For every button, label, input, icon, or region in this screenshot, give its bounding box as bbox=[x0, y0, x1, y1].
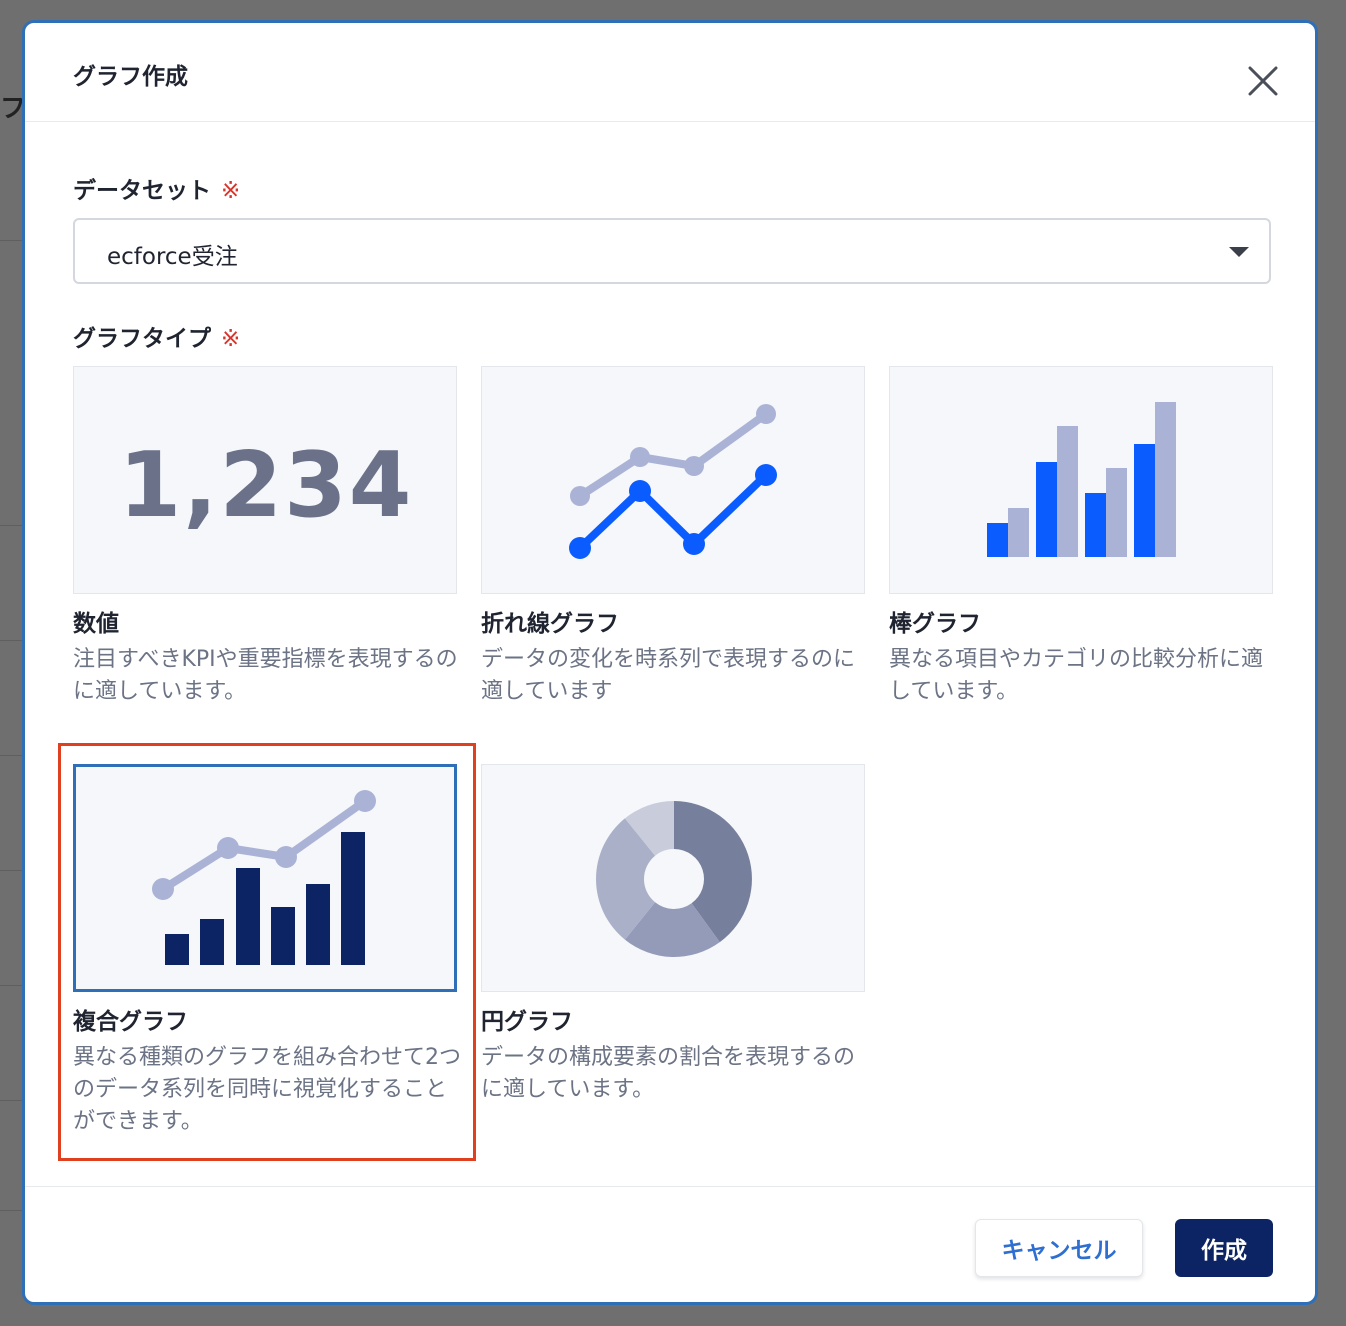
modal-header: グラフ作成 bbox=[25, 23, 1315, 122]
background-divider bbox=[0, 525, 22, 526]
dataset-label: データセット ※ bbox=[73, 171, 240, 205]
line-chart-preview-icon bbox=[569, 404, 777, 559]
donut-chart-preview-icon bbox=[596, 801, 752, 957]
required-mark: ※ bbox=[221, 326, 241, 352]
option-description: データの変化を時系列で表現するのに適しています bbox=[481, 647, 856, 704]
create-graph-modal: グラフ作成 データセット ※ ecforce受注 グラフタイプ ※ 1,234 数値… bbox=[22, 20, 1318, 1305]
background-divider bbox=[0, 640, 22, 641]
dataset-select-value: ecforce受注 bbox=[107, 244, 238, 270]
background-divider bbox=[0, 1100, 22, 1101]
option-description: 異なる項目やカテゴリの比較分析に適しています。 bbox=[889, 647, 1264, 704]
graph-type-label-text: グラフタイプ bbox=[73, 326, 211, 352]
required-mark: ※ bbox=[221, 178, 241, 204]
graph-type-label: グラフタイプ ※ bbox=[73, 319, 240, 353]
dataset-label-text: データセット bbox=[73, 178, 211, 204]
dataset-select[interactable]: ecforce受注 bbox=[73, 218, 1271, 284]
option-title: 数値 bbox=[73, 611, 119, 637]
kpi-preview-number: 1,234 bbox=[118, 433, 414, 538]
bar-chart-preview-icon bbox=[987, 402, 1176, 557]
combo-chart-preview-icon bbox=[152, 790, 376, 965]
caret-down-icon bbox=[1229, 247, 1249, 257]
donut-chart-preview bbox=[481, 764, 865, 992]
close-icon bbox=[1248, 66, 1278, 96]
background-divider bbox=[0, 985, 22, 986]
background-divider bbox=[0, 755, 22, 756]
option-title: 棒グラフ bbox=[889, 611, 981, 637]
modal-footer: キャンセル 作成 bbox=[25, 1186, 1315, 1302]
background-divider bbox=[0, 1210, 22, 1211]
background-divider bbox=[0, 870, 22, 871]
line-chart-preview bbox=[481, 366, 865, 594]
option-title: 複合グラフ bbox=[73, 1009, 188, 1035]
bar-chart-preview bbox=[889, 366, 1273, 594]
option-description: 注目すべきKPIや重要指標を表現するのに適しています。 bbox=[73, 647, 458, 704]
create-button[interactable]: 作成 bbox=[1175, 1219, 1273, 1277]
option-description: データの構成要素の割合を表現するのに適しています。 bbox=[481, 1045, 856, 1102]
background-divider bbox=[0, 240, 22, 241]
option-title: 円グラフ bbox=[481, 1009, 573, 1035]
combo-chart-preview bbox=[73, 764, 457, 992]
close-button[interactable] bbox=[1245, 63, 1281, 99]
cancel-button[interactable]: キャンセル bbox=[975, 1219, 1143, 1277]
option-description: 異なる種類のグラフを組み合わせて2つのデータ系列を同時に視覚化することができます… bbox=[73, 1045, 461, 1134]
kpi-number-preview: 1,234 bbox=[73, 366, 457, 594]
modal-title: グラフ作成 bbox=[73, 64, 188, 90]
option-title: 折れ線グラフ bbox=[481, 611, 619, 637]
